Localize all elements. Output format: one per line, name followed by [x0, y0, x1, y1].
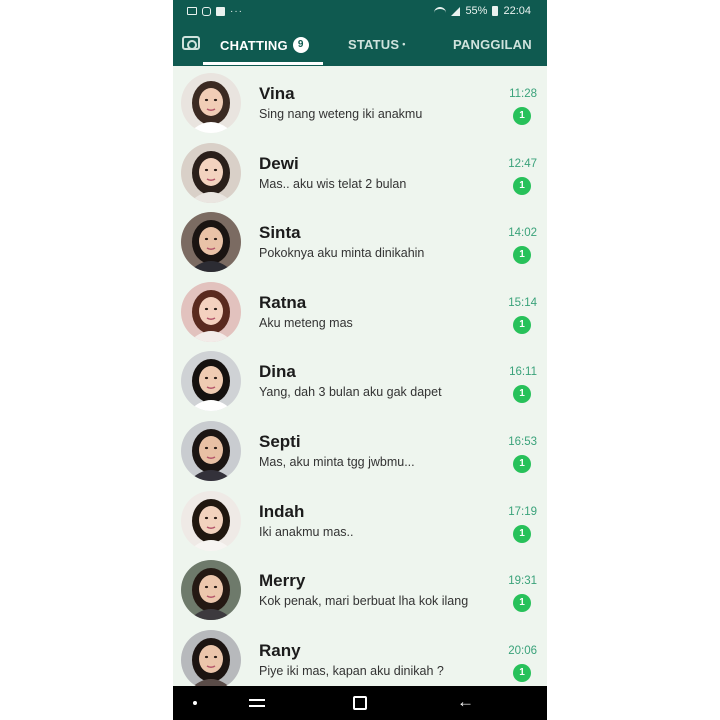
back-icon[interactable]: ← — [457, 692, 474, 712]
instagram-icon — [202, 6, 211, 16]
tab-panggilan-label: PANGGILAN — [453, 37, 532, 52]
message-time: 19:31 — [508, 575, 537, 588]
unread-count-badge: 1 — [513, 663, 531, 682]
contact-name: Dewi — [259, 153, 299, 173]
status-bar-notifications: ··· — [187, 6, 243, 17]
status-bar: ··· 55% 22:04 — [173, 0, 547, 22]
unread-count-badge: 1 — [513, 594, 531, 613]
contact-name: Ratna — [259, 292, 307, 312]
chat-row[interactable]: Septi Mas, aku minta tgg jwbmu... 16:53 1 — [173, 414, 547, 484]
message-time: 17:19 — [508, 505, 537, 518]
chat-row[interactable]: Merry Kok penak, mari berbuat lha kok ila… — [173, 553, 547, 623]
avatar[interactable] — [181, 73, 241, 133]
avatar[interactable] — [181, 351, 241, 412]
chat-row[interactable]: Dina Yang, dah 3 bulan aku gak dapet 16:11… — [173, 344, 547, 414]
contact-name: Rany — [259, 640, 301, 660]
contact-name: Vina — [259, 84, 295, 103]
avatar[interactable] — [181, 629, 241, 690]
last-message: Pokoknya aku minta dinikahin — [259, 246, 425, 261]
home-icon[interactable] — [353, 696, 367, 710]
chat-row[interactable]: Indah Iki anakmu mas.. 17:19 1 — [173, 484, 547, 554]
unread-count-badge: 1 — [513, 524, 531, 543]
unread-count-badge: 1 — [513, 176, 531, 195]
chat-list: Vina Sing nang weteng iki anakmu 11:28 1 Dew… — [173, 66, 547, 692]
unread-count-badge: 1 — [513, 385, 531, 404]
wifi-icon — [434, 7, 447, 15]
last-message: Aku meteng mas — [259, 315, 353, 330]
tab-status-label: STATUS — [348, 37, 400, 52]
contact-name: Dina — [259, 362, 296, 382]
avatar[interactable] — [181, 420, 241, 481]
battery-percent: 55% — [465, 5, 488, 17]
clock: 22:04 — [503, 5, 531, 17]
chat-row[interactable]: Ratna Aku meteng mas 15:14 1 — [173, 275, 547, 345]
message-time: 15:14 — [508, 296, 537, 309]
contact-name: Indah — [259, 501, 305, 521]
avatar[interactable] — [181, 490, 241, 551]
message-time: 16:53 — [508, 435, 537, 448]
last-message: Kok penak, mari berbuat lha kok ilang — [259, 594, 469, 609]
battery-icon — [492, 6, 499, 16]
last-message: Piye iki mas, kapan aku dinikah ? — [259, 663, 444, 678]
contact-name: Merry — [259, 571, 306, 591]
status-bar-system: 55% 22:04 — [434, 5, 531, 17]
facebook-icon — [216, 6, 225, 16]
tab-chatting-label: CHATTING — [220, 37, 288, 53]
unread-chats-badge: 9 — [292, 37, 309, 53]
unread-count-badge: 1 — [513, 454, 531, 473]
contact-name: Sinta — [259, 223, 301, 243]
active-tab-indicator — [203, 62, 323, 65]
signal-icon — [451, 6, 461, 16]
unread-count-badge: 1 — [513, 246, 531, 265]
chat-row[interactable]: Rany Piye iki mas, kapan aku dinikah ? 20:… — [173, 623, 547, 693]
unread-count-badge: 1 — [513, 107, 531, 125]
message-icon — [187, 7, 197, 15]
camera-icon[interactable] — [182, 36, 200, 50]
tab-bar: CHATTING 9 STATUS • PANGGILAN — [173, 22, 547, 66]
chat-row[interactable]: Vina Sing nang weteng iki anakmu 11:28 1 — [173, 66, 547, 136]
contact-name: Septi — [259, 431, 301, 451]
chat-row[interactable]: Sinta Pokoknya aku minta dinikahin 14:02 1 — [173, 205, 547, 275]
avatar[interactable] — [181, 560, 241, 621]
avatar[interactable] — [181, 212, 241, 273]
last-message: Sing nang weteng iki anakmu — [259, 107, 423, 121]
tab-chatting[interactable]: CHATTING 9 — [220, 37, 309, 53]
tab-panggilan[interactable]: PANGGILAN — [453, 37, 532, 52]
avatar[interactable] — [181, 281, 241, 342]
avatar[interactable] — [181, 142, 241, 203]
message-time: 20:06 — [508, 644, 537, 657]
message-time: 11:28 — [509, 88, 537, 100]
status-update-dot: • — [402, 39, 406, 49]
last-message: Yang, dah 3 bulan aku gak dapet — [259, 385, 442, 400]
chat-row[interactable]: Dewi Mas.. aku wis telat 2 bulan 12:47 1 — [173, 136, 547, 206]
last-message: Iki anakmu mas.. — [259, 524, 354, 539]
recent-apps-icon[interactable] — [249, 696, 265, 709]
tab-status[interactable]: STATUS • — [348, 37, 406, 52]
nav-dot-icon[interactable] — [193, 701, 197, 705]
message-time: 12:47 — [508, 157, 537, 170]
navigation-bar: ← — [173, 686, 547, 720]
message-time: 16:11 — [509, 366, 537, 379]
unread-count-badge: 1 — [513, 315, 531, 334]
message-time: 14:02 — [508, 227, 537, 240]
last-message: Mas, aku minta tgg jwbmu... — [259, 454, 415, 469]
last-message: Mas.. aku wis telat 2 bulan — [259, 176, 407, 191]
phone-screen: ··· 55% 22:04 CHATTING 9 STATUS • PANGGIL… — [173, 0, 547, 720]
more-dots-icon: ··· — [230, 5, 243, 17]
